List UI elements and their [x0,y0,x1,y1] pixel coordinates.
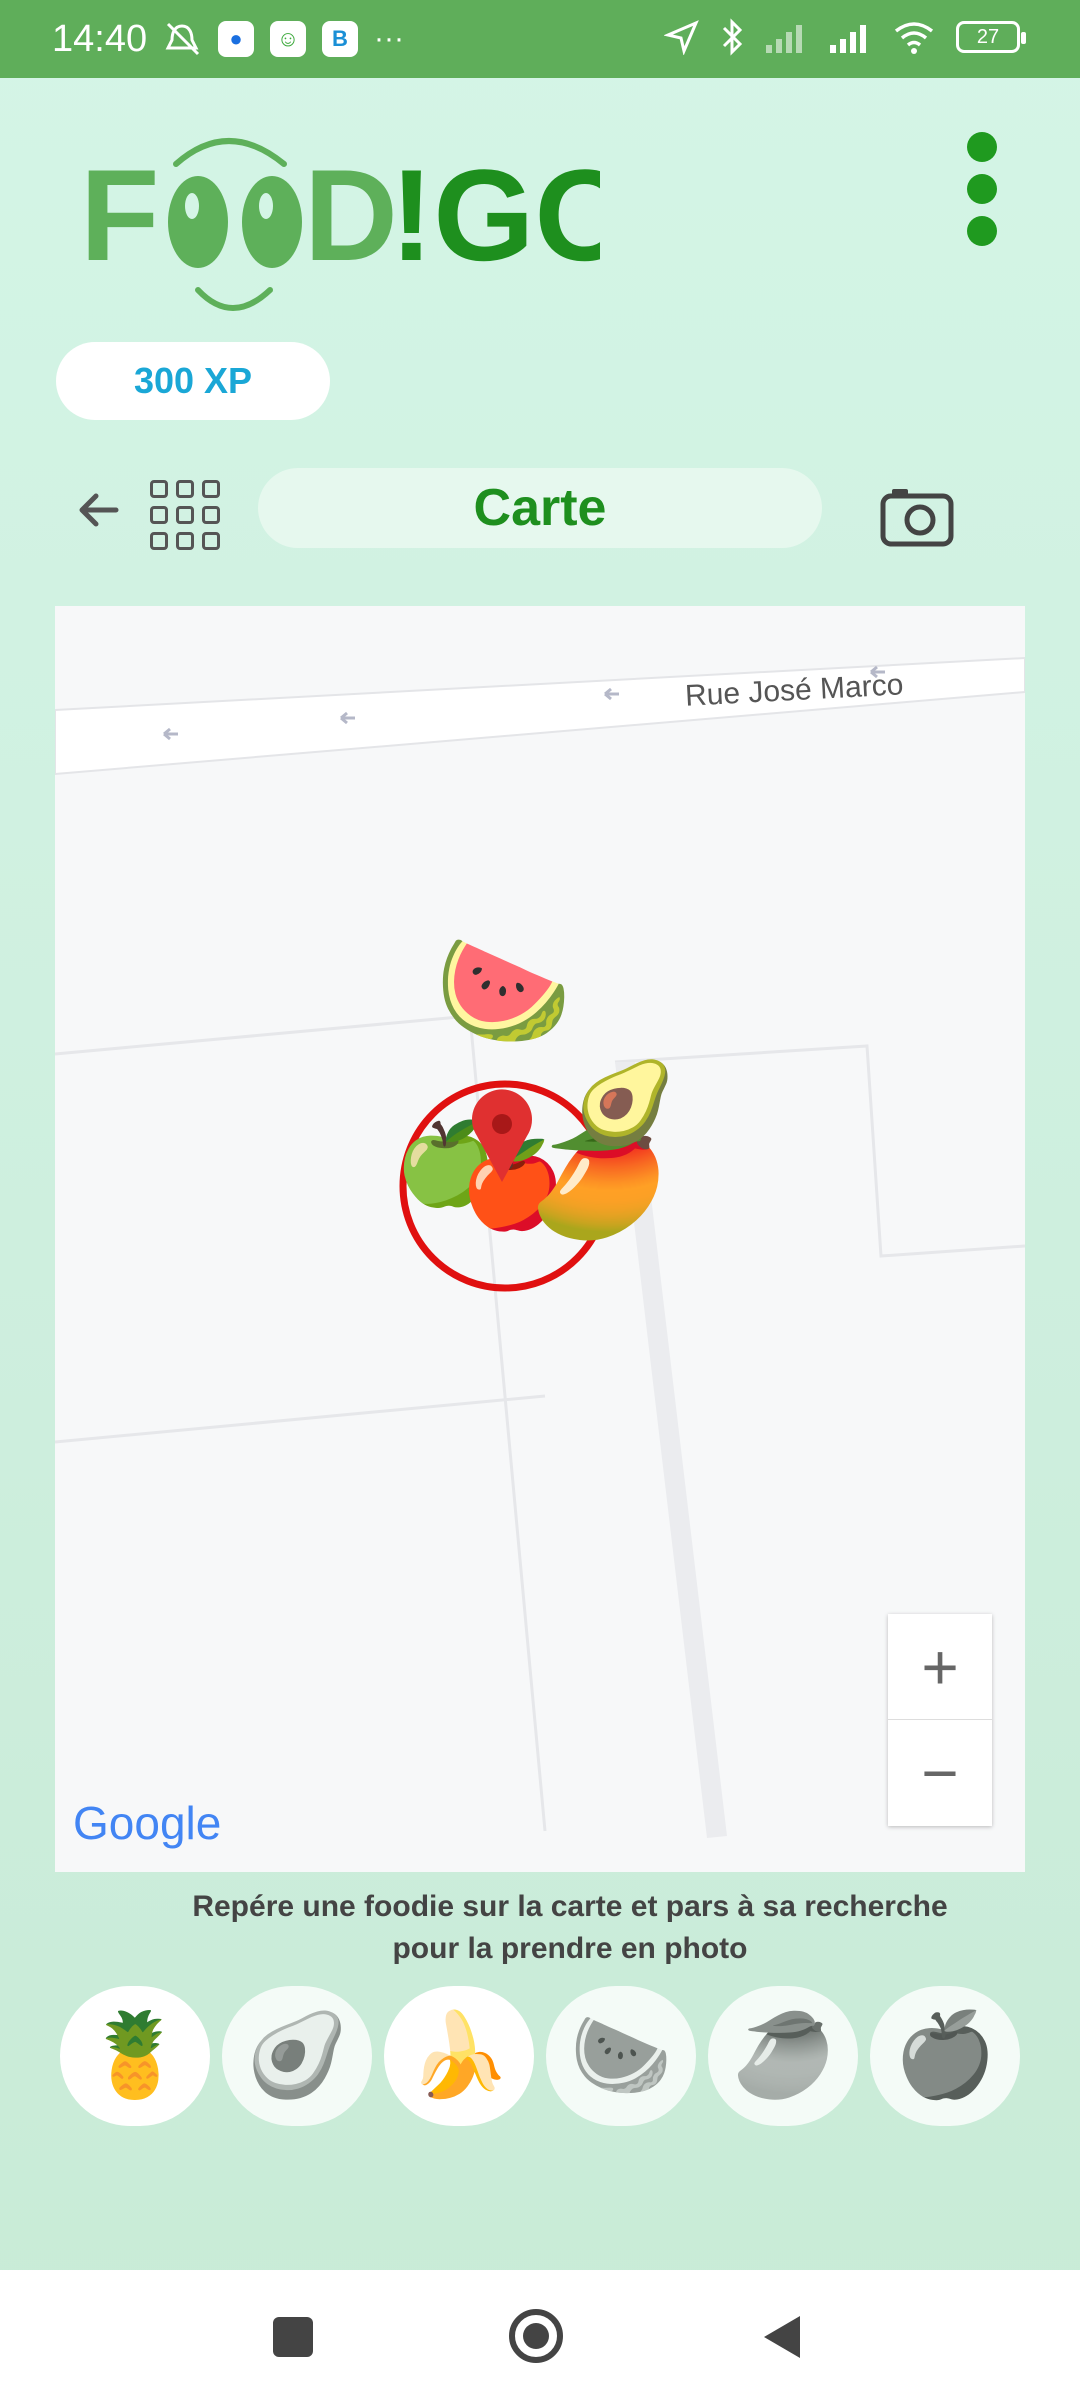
status-bar: 14:40 ● ☺ B ··· 27 [0,0,1080,78]
battery-icon: 27 [956,21,1026,53]
camera-icon[interactable] [880,484,954,548]
back-button-icon[interactable] [758,2312,808,2362]
hint-text: Repére une foodie sur la carte et pars à… [120,1886,1020,1970]
watermelon-marker-icon[interactable]: 🍉 [435,926,572,1055]
map-view[interactable]: Rue José Marco 🍉 🍏 🍎 🥭 🥑 Google + − [55,606,1025,1872]
user-location-pin-icon [472,1089,532,1182]
menu-kebab-icon[interactable] [962,132,1002,252]
location-icon [664,20,699,55]
foodie-collection: 🍍 🥑 🍌 🍉 🥭 🍎 [60,1986,1020,2126]
messages-icon: ● [218,21,254,57]
system-icons: 27 [664,18,1026,56]
svg-text:D: D [304,142,398,288]
xp-badge: 300 XP [56,342,330,420]
foodie-tile-banana[interactable]: 🍌 [384,1986,534,2126]
signal-weak-icon [766,25,802,53]
avocado-marker-icon[interactable]: 🥑 [575,1056,675,1150]
page-title: Carte [258,468,822,548]
notification-icons: ● ☺ B ··· [162,20,404,58]
recents-button-icon[interactable] [268,2312,318,2362]
google-logo: Google [73,1797,222,1849]
hint-line-1: Repére une foodie sur la carte et pars à… [192,1890,948,1923]
wifi-icon [894,22,934,54]
grid-menu-icon[interactable] [150,480,220,550]
foodie-tile-pineapple[interactable]: 🍍 [60,1986,210,2126]
more-notifications-icon: ··· [374,22,404,55]
zoom-out-button[interactable]: − [888,1719,992,1825]
foodie-tile-watermelon[interactable]: 🍉 [546,1986,696,2126]
bluetooth-icon [722,18,743,56]
home-button-icon[interactable] [506,2306,566,2366]
back-arrow-icon[interactable] [70,480,130,540]
zoom-controls: + − [888,1614,992,1826]
foodie-tile-avocado[interactable]: 🥑 [222,1986,372,2126]
svg-text:F: F [80,142,159,288]
hint-line-2: pour la prendre en photo [392,1932,748,1965]
foodie-tile-apple[interactable]: 🍎 [870,1986,1020,2126]
system-nav-bar [0,2270,1080,2400]
svg-text:!GO: !GO [390,142,600,288]
foodigo-logo: F D !GO [80,138,600,311]
robot-icon: ☺ [270,21,306,57]
status-time: 14:40 [52,18,148,60]
foodie-tile-mango[interactable]: 🥭 [708,1986,858,2126]
signal-icon [830,25,866,53]
mute-icon [165,22,200,56]
zoom-in-button[interactable]: + [888,1614,992,1719]
b-app-icon: B [322,21,358,57]
